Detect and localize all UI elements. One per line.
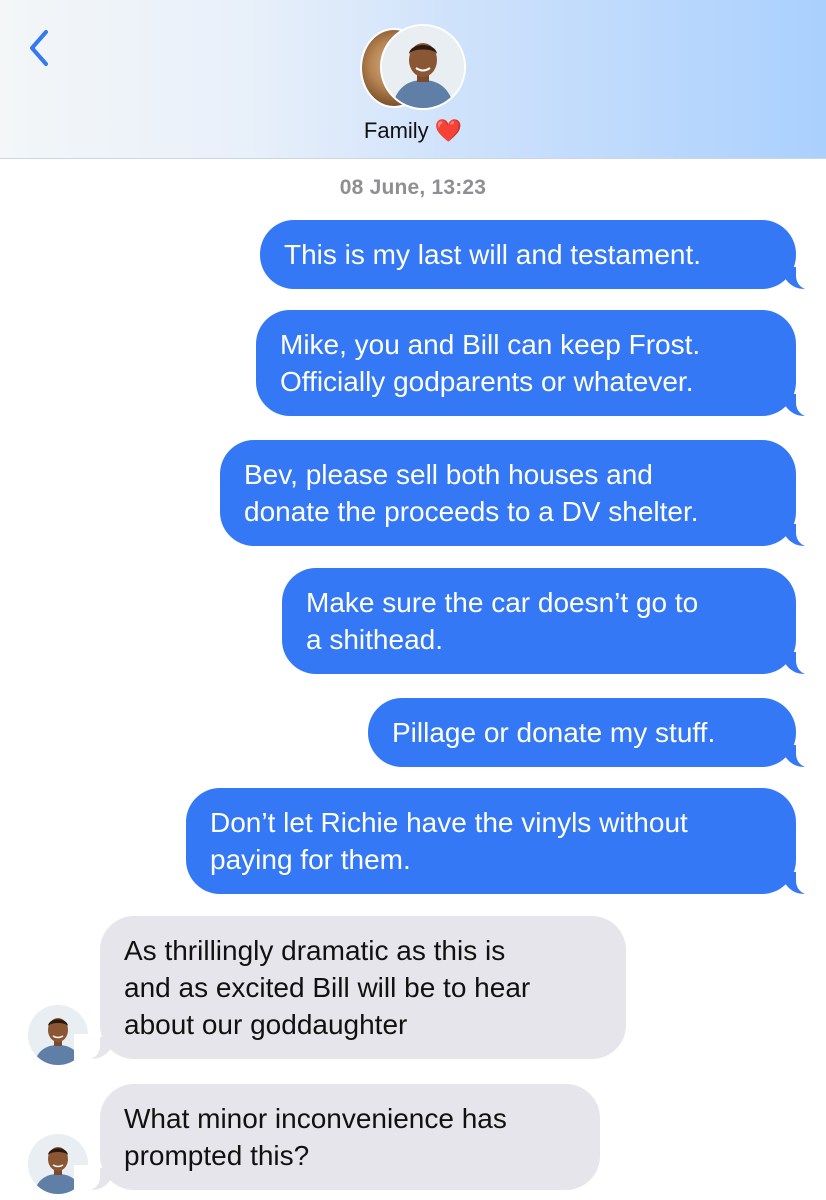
back-button[interactable] xyxy=(22,24,62,72)
outgoing-message[interactable]: This is my last will and testament. xyxy=(260,220,822,290)
outgoing-message[interactable]: Make sure the car doesn’t go to a shithe… xyxy=(282,568,822,675)
group-title[interactable]: Family ❤️ xyxy=(0,118,826,144)
message-text-line: about our goddaughter xyxy=(124,1009,408,1040)
message-text-line: Bev, please sell both houses and xyxy=(244,459,653,490)
outgoing-message[interactable]: Bev, please sell both houses and donate … xyxy=(220,440,822,547)
message-text-line: What minor inconvenience has xyxy=(124,1103,507,1134)
message-text-line: Pillage or donate my stuff. xyxy=(392,717,716,748)
member-avatar-front xyxy=(380,24,466,110)
message-text-line: paying for them. xyxy=(210,844,411,875)
message-text-line: This is my last will and testament. xyxy=(284,239,702,270)
incoming-message[interactable]: What minor inconvenience has prompted th… xyxy=(74,1084,600,1191)
chevron-left-icon xyxy=(30,30,48,66)
outgoing-message[interactable]: Don’t let Richie have the vinyls without… xyxy=(186,788,822,895)
message-text-line: Make sure the car doesn’t go to xyxy=(306,587,699,618)
incoming-message[interactable]: As thrillingly dramatic as this is and a… xyxy=(74,916,626,1060)
group-name: Family xyxy=(363,118,429,143)
conversation-header: Family ❤️ xyxy=(0,0,826,159)
message-text-line: prompted this? xyxy=(124,1140,310,1171)
message-text-line: and as excited Bill will be to hear xyxy=(124,972,531,1003)
message-text-line: Officially godparents or whatever. xyxy=(280,366,694,397)
message-text-line: a shithead. xyxy=(306,624,443,655)
message-text-line: donate the proceeds to a DV shelter. xyxy=(244,496,699,527)
outgoing-message[interactable]: Mike, you and Bill can keep Frost. Offic… xyxy=(256,310,822,417)
heart-emoji-icon: ❤️ xyxy=(434,118,463,143)
message-text-line: Don’t let Richie have the vinyls without xyxy=(210,807,688,838)
message-timestamp: 08 June, 13:23 xyxy=(339,176,487,199)
outgoing-message[interactable]: Pillage or donate my stuff. xyxy=(368,698,822,768)
message-text-line: Mike, you and Bill can keep Frost. xyxy=(280,329,701,360)
message-text-line: As thrillingly dramatic as this is xyxy=(124,935,506,966)
group-avatar[interactable] xyxy=(360,24,470,110)
